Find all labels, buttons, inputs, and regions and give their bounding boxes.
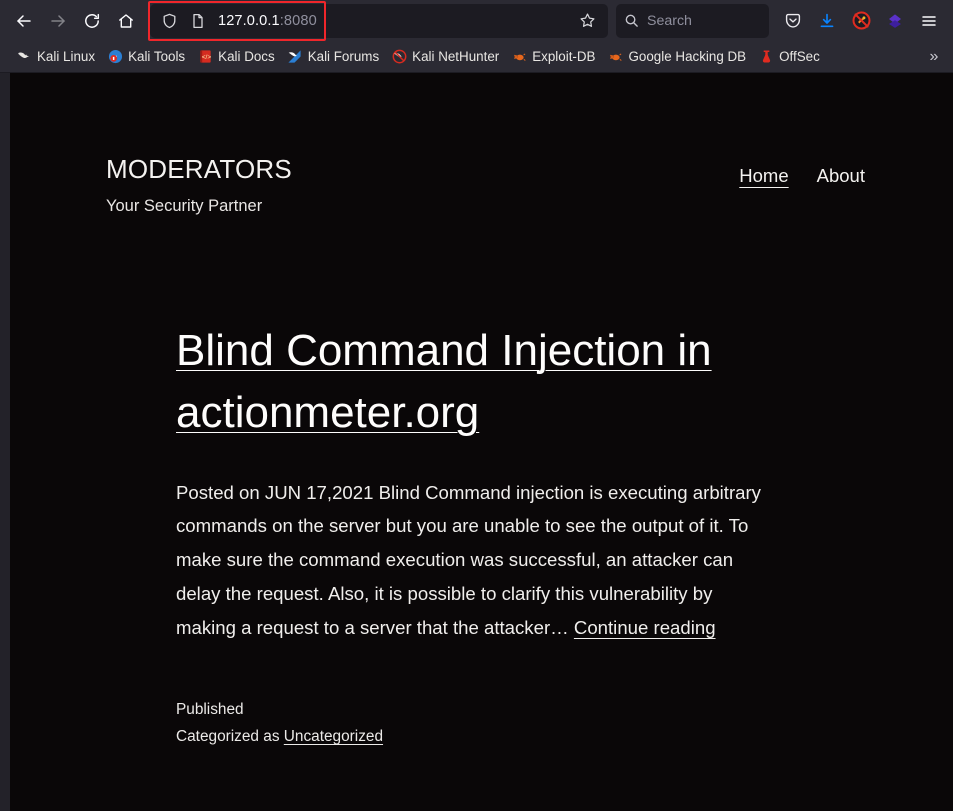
search-icon: [625, 14, 638, 27]
nav-link-home[interactable]: Home: [739, 165, 788, 187]
bookmark-star-button[interactable]: [572, 6, 602, 36]
bookmark-label: Kali NetHunter: [412, 49, 500, 64]
back-button[interactable]: [8, 5, 40, 37]
downloads-button[interactable]: [811, 5, 843, 37]
bookmark-label: Exploit-DB: [532, 49, 596, 64]
app-menu-button[interactable]: [913, 5, 945, 37]
pocket-button[interactable]: [777, 5, 809, 37]
browser-chrome: 127.0.0.1:8080 Search Kali Linux Kali To…: [0, 0, 953, 73]
downloads-icon: [820, 13, 834, 27]
post-title: Blind Command Injection in actionmeter.o…: [176, 320, 833, 445]
post-meta: Published Categorized as Uncategorized: [176, 696, 833, 751]
site-header: MODERATORS Your Security Partner Home Ab…: [10, 73, 953, 216]
bookmark-google-hacking-db[interactable]: Google Hacking DB: [602, 46, 753, 68]
published-label: Published: [176, 700, 244, 718]
bookmark-kali-nethunter[interactable]: Kali NetHunter: [385, 46, 505, 68]
site-tagline: Your Security Partner: [106, 196, 263, 215]
url-text: 127.0.0.1:8080: [214, 13, 317, 29]
bookmark-kali-tools[interactable]: Kali Tools: [101, 46, 191, 68]
url-bar-container: 127.0.0.1:8080: [148, 0, 608, 41]
noscript-button[interactable]: [845, 5, 877, 37]
post-excerpt-text: Posted on JUN 17,2021 Blind Command inje…: [176, 481, 761, 638]
bookmark-label: Kali Forums: [307, 49, 380, 64]
bookmark-label: Google Hacking DB: [628, 49, 747, 64]
forward-button[interactable]: [42, 5, 74, 37]
search-bar[interactable]: Search: [616, 3, 769, 38]
site-title: MODERATORS: [106, 154, 292, 184]
url-bar[interactable]: 127.0.0.1:8080: [150, 3, 608, 38]
nav-link-about[interactable]: About: [817, 165, 865, 187]
categorized-prefix: Categorized as: [176, 728, 284, 746]
extension-button[interactable]: [879, 5, 911, 37]
url-port: :8080: [279, 12, 317, 29]
forward-arrow-icon: [51, 14, 65, 27]
page-content: MODERATORS Your Security Partner Home Ab…: [10, 73, 953, 811]
home-button[interactable]: [110, 5, 142, 37]
site-navigation: Home About: [739, 155, 865, 187]
post-title-link[interactable]: Blind Command Injection in actionmeter.o…: [176, 326, 712, 437]
home-icon: [119, 13, 133, 28]
page-viewport: MODERATORS Your Security Partner Home Ab…: [0, 73, 953, 811]
category-line: Categorized as Uncategorized: [176, 723, 833, 750]
search-input[interactable]: Search: [647, 13, 692, 29]
kali-dragon-icon: [16, 49, 32, 65]
bookmark-label: Kali Linux: [37, 49, 96, 64]
kali-forums-icon: [287, 49, 303, 65]
toolbar-actions: [777, 5, 945, 37]
bookmark-offsec[interactable]: OffSec: [752, 46, 826, 68]
google-hacking-db-bug-icon: [608, 49, 624, 65]
star-icon: [579, 13, 595, 27]
tracking-protection-shield-icon[interactable]: [156, 8, 182, 34]
sidebar-strip: [0, 73, 10, 811]
kali-tools-icon: [107, 49, 123, 65]
bookmark-exploit-db[interactable]: Exploit-DB: [505, 46, 601, 68]
kali-nethunter-icon: [391, 49, 407, 65]
bookmark-label: OffSec: [779, 49, 820, 64]
bookmarks-overflow-button[interactable]: »: [921, 44, 947, 70]
navigation-toolbar: 127.0.0.1:8080 Search: [0, 0, 953, 41]
post-article: Blind Command Injection in actionmeter.o…: [10, 320, 953, 751]
url-host: 127.0.0.1: [218, 12, 280, 29]
page-document-icon: [185, 8, 211, 34]
bookmark-kali-docs[interactable]: </> Kali Docs: [191, 46, 281, 68]
bookmark-kali-linux[interactable]: Kali Linux: [10, 46, 101, 68]
pocket-icon: [785, 13, 801, 28]
bookmark-label: Kali Docs: [218, 49, 275, 64]
extension-icon: [889, 13, 901, 28]
site-branding: MODERATORS Your Security Partner: [106, 155, 292, 216]
noscript-icon: [852, 11, 870, 30]
continue-reading-link[interactable]: Continue reading: [574, 617, 716, 638]
bookmarks-toolbar: Kali Linux Kali Tools </> Kali Docs Kali…: [0, 41, 953, 73]
bookmark-kali-forums[interactable]: Kali Forums: [281, 46, 385, 68]
kali-docs-icon: </>: [197, 49, 213, 65]
category-link[interactable]: Uncategorized: [284, 728, 383, 745]
offsec-icon: [758, 49, 774, 65]
bookmark-label: Kali Tools: [128, 49, 186, 64]
reload-button[interactable]: [76, 5, 108, 37]
exploit-db-bug-icon: [511, 49, 527, 65]
menu-icon: [922, 15, 936, 26]
svg-text:</>: </>: [201, 54, 211, 61]
reload-icon: [85, 13, 100, 28]
back-arrow-icon: [17, 14, 31, 27]
post-excerpt: Posted on JUN 17,2021 Blind Command inje…: [176, 476, 776, 645]
